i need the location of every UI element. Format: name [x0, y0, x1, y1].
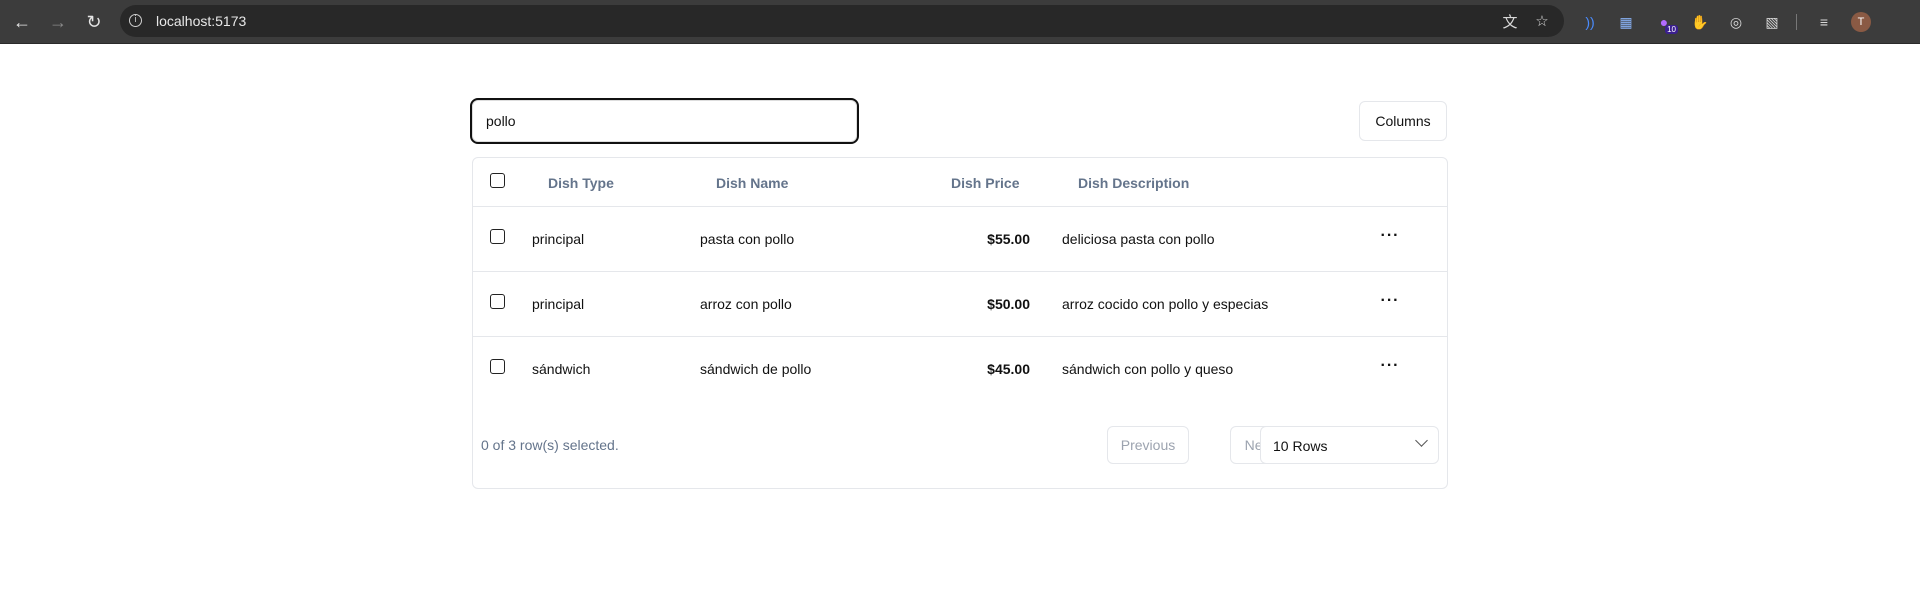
- translate-extension-icon[interactable]: ▦: [1614, 10, 1638, 34]
- cell-dish-price: $50.00: [987, 296, 1030, 312]
- cell-dish-description: sándwich con pollo y queso: [1062, 361, 1234, 377]
- media-queue-icon[interactable]: ≡: [1812, 10, 1836, 34]
- header-dish-price[interactable]: Dish Price: [951, 175, 1019, 191]
- extension-badge: 10: [1665, 25, 1678, 34]
- cell-dish-type: sándwich: [532, 361, 591, 377]
- back-arrow-icon[interactable]: ←: [8, 8, 36, 36]
- search-input[interactable]: [470, 98, 859, 144]
- bookmark-star-icon[interactable]: ☆: [1532, 11, 1552, 31]
- extension-icon[interactable]: ● 10: [1652, 10, 1678, 34]
- translate-icon[interactable]: 文: [1500, 11, 1520, 31]
- cell-dish-type: principal: [532, 231, 585, 247]
- row-checkbox[interactable]: [490, 294, 505, 309]
- dishes-table: Dish Type Dish Name Dish Price Dish Desc…: [472, 157, 1448, 489]
- site-info-icon[interactable]: i: [129, 14, 142, 27]
- address-bar[interactable]: i localhost:5173 文 ☆: [120, 5, 1564, 37]
- header-dish-type[interactable]: Dish Type: [548, 175, 614, 191]
- rows-per-page-select[interactable]: 10 Rows: [1260, 426, 1439, 464]
- browser-toolbar: ← → ↻ i localhost:5173 文 ☆ )) ▦ ● 10 ✋ ◎ …: [0, 0, 1920, 44]
- row-checkbox[interactable]: [490, 229, 505, 244]
- cell-dish-type: principal: [532, 296, 585, 312]
- table-header-row: Dish Type Dish Name Dish Price Dish Desc…: [473, 158, 1447, 207]
- chevron-down-icon: [1415, 434, 1428, 447]
- row-actions-icon[interactable]: ···: [1379, 292, 1401, 310]
- selection-count: 0 of 3 row(s) selected.: [481, 437, 619, 453]
- table-row: principal arroz con pollo $50.00 arroz c…: [473, 272, 1447, 337]
- table-row: principal pasta con pollo $55.00 delicio…: [473, 207, 1447, 272]
- columns-button[interactable]: Columns: [1359, 101, 1447, 141]
- cell-dish-price: $45.00: [987, 361, 1030, 377]
- toolbar-divider: [1796, 14, 1797, 30]
- previous-page-button[interactable]: Previous: [1107, 426, 1189, 464]
- url-text: localhost:5173: [156, 13, 247, 29]
- wifi-extension-icon[interactable]: )): [1578, 10, 1602, 34]
- row-actions-icon[interactable]: ···: [1379, 227, 1401, 245]
- table-row: sándwich sándwich de pollo $45.00 sándwi…: [473, 337, 1447, 402]
- row-actions-icon[interactable]: ···: [1379, 357, 1401, 375]
- rows-per-page-value: 10 Rows: [1273, 438, 1328, 454]
- puzzle-extensions-icon[interactable]: ▧: [1760, 10, 1784, 34]
- cell-dish-description: deliciosa pasta con pollo: [1062, 231, 1215, 247]
- select-all-checkbox[interactable]: [490, 173, 505, 188]
- header-dish-name[interactable]: Dish Name: [716, 175, 788, 191]
- cell-dish-name: arroz con pollo: [700, 296, 792, 312]
- profile-avatar[interactable]: T: [1851, 12, 1871, 32]
- row-checkbox[interactable]: [490, 359, 505, 374]
- hand-extension-icon[interactable]: ✋: [1688, 10, 1712, 34]
- reload-icon[interactable]: ↻: [80, 8, 108, 36]
- cell-dish-description: arroz cocido con pollo y especias: [1062, 296, 1269, 312]
- record-extension-icon[interactable]: ◎: [1724, 10, 1748, 34]
- cell-dish-name: pasta con pollo: [700, 231, 795, 247]
- cell-dish-price: $55.00: [987, 231, 1030, 247]
- cell-dish-name: sándwich de pollo: [700, 361, 812, 377]
- header-dish-description[interactable]: Dish Description: [1078, 175, 1189, 191]
- forward-arrow-icon[interactable]: →: [44, 8, 72, 36]
